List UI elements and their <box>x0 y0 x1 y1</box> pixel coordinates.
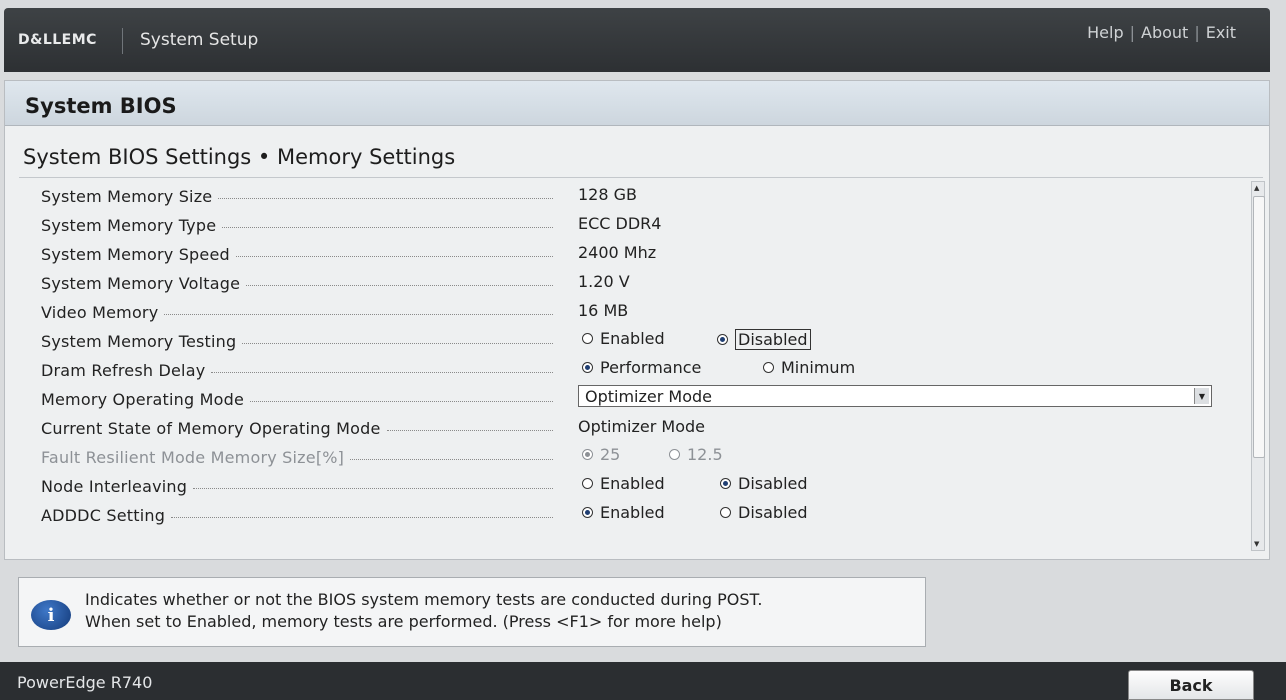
setting-row-memory-type: System Memory Type ECC DDR4 <box>5 210 1245 239</box>
info-icon: i <box>31 600 71 630</box>
adddc-disabled-radio[interactable]: Disabled <box>720 503 808 522</box>
settings-scrollbar[interactable]: ▲ ▼ <box>1251 181 1265 551</box>
page-title: System BIOS <box>25 94 177 118</box>
back-button[interactable]: Back <box>1128 670 1254 700</box>
breadcrumb: System BIOS Settings • Memory Settings <box>23 145 456 169</box>
radio-off-icon <box>582 478 593 489</box>
scroll-thumb[interactable] <box>1253 196 1265 458</box>
dram-refresh-minimum-radio[interactable]: Minimum <box>763 358 855 377</box>
dram-refresh-performance-radio[interactable]: Performance <box>582 358 701 377</box>
setting-label: Video Memory <box>41 302 159 322</box>
help-text-line-1: Indicates whether or not the BIOS system… <box>85 590 763 609</box>
radio-off-icon <box>720 507 731 518</box>
top-bar: D&LLEMC System Setup Help | About | Exit <box>4 8 1270 72</box>
setting-label: Current State of Memory Operating Mode <box>41 418 381 438</box>
radio-off-icon <box>669 449 680 460</box>
setting-label: System Memory Type <box>41 215 217 235</box>
memory-testing-enabled-radio[interactable]: Enabled <box>582 329 665 348</box>
setting-row-current-memory-mode: Current State of Memory Operating Mode O… <box>5 413 1245 442</box>
header-divider <box>122 28 123 54</box>
exit-link[interactable]: Exit <box>1206 23 1236 42</box>
setting-row-node-interleaving: Node Interleaving Enabled Disabled <box>5 471 1245 500</box>
radio-on-icon <box>720 478 731 489</box>
setting-label: Memory Operating Mode <box>41 389 245 409</box>
setting-value: 16 MB <box>578 301 629 320</box>
setting-row-dram-refresh: Dram Refresh Delay Performance Minimum <box>5 355 1245 384</box>
setting-row-memory-operating-mode: Memory Operating Mode Optimizer Mode ▼ <box>5 384 1245 413</box>
server-model: PowerEdge R740 <box>17 673 153 692</box>
setting-label: System Memory Speed <box>41 244 230 264</box>
radio-off-icon <box>763 362 774 373</box>
fault-resilient-25-radio: 25 <box>582 445 620 464</box>
setting-value: 1.20 V <box>578 272 630 291</box>
dellemc-logo: D&LLEMC <box>18 32 97 48</box>
fault-resilient-12-5-radio: 12.5 <box>669 445 723 464</box>
setting-row-memory-testing: System Memory Testing Enabled Disabled <box>5 326 1245 355</box>
help-link[interactable]: Help <box>1087 23 1123 42</box>
setting-row-memory-speed: System Memory Speed 2400 Mhz <box>5 239 1245 268</box>
setting-row-memory-voltage: System Memory Voltage 1.20 V <box>5 268 1245 297</box>
setting-value: Optimizer Mode <box>578 417 705 436</box>
setting-label: Fault Resilient Mode Memory Size[%] <box>41 447 345 467</box>
bottom-bar: PowerEdge R740 Back <box>0 662 1286 700</box>
node-interleaving-disabled-radio[interactable]: Disabled <box>720 474 808 493</box>
setting-label: System Memory Size <box>41 186 213 206</box>
setting-row-fault-resilient: Fault Resilient Mode Memory Size[%] 25 1… <box>5 442 1245 471</box>
setting-label: System Memory Testing <box>41 331 237 351</box>
radio-on-icon <box>582 362 593 373</box>
memory-testing-disabled-radio[interactable]: Disabled <box>717 329 811 350</box>
setting-row-video-memory: Video Memory 16 MB <box>5 297 1245 326</box>
scroll-up-icon[interactable]: ▲ <box>1254 184 1259 192</box>
setting-value: ECC DDR4 <box>578 214 662 233</box>
radio-off-icon <box>582 333 593 344</box>
divider <box>19 177 1263 178</box>
memory-operating-mode-select[interactable]: Optimizer Mode ▼ <box>578 385 1212 407</box>
header-links: Help | About | Exit <box>1087 23 1236 42</box>
radio-on-icon <box>582 507 593 518</box>
adddc-enabled-radio[interactable]: Enabled <box>582 503 665 522</box>
node-interleaving-enabled-radio[interactable]: Enabled <box>582 474 665 493</box>
scroll-down-icon[interactable]: ▼ <box>1254 540 1259 548</box>
setting-label: System Memory Voltage <box>41 273 241 293</box>
help-panel: i Indicates whether or not the BIOS syst… <box>18 577 926 647</box>
page-title-bar: System BIOS <box>5 81 1269 126</box>
about-link[interactable]: About <box>1141 23 1188 42</box>
setting-value: 2400 Mhz <box>578 243 657 262</box>
radio-on-icon <box>582 449 593 460</box>
setting-label: Dram Refresh Delay <box>41 360 206 380</box>
setting-label: ADDDC Setting <box>41 505 166 525</box>
setting-value: 128 GB <box>578 185 637 204</box>
setting-label: Node Interleaving <box>41 476 188 496</box>
app-title: System Setup <box>140 30 259 50</box>
setting-row-adddc: ADDDC Setting Enabled Disabled <box>5 500 1245 529</box>
main-panel: System BIOS System BIOS Settings • Memor… <box>4 80 1270 560</box>
help-text-line-2: When set to Enabled, memory tests are pe… <box>85 612 722 631</box>
dropdown-arrow-icon: ▼ <box>1194 388 1209 404</box>
radio-on-icon <box>717 334 728 345</box>
setting-row-memory-size: System Memory Size 128 GB <box>5 181 1245 210</box>
